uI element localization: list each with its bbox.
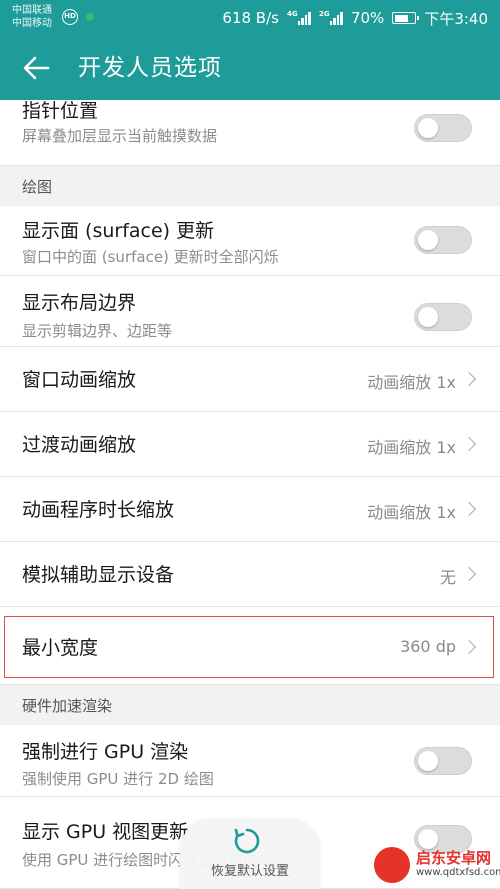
- notification-dot-icon: [86, 13, 94, 21]
- force-gpu-toggle[interactable]: [414, 747, 472, 775]
- app-bar: 开发人员选项: [0, 36, 500, 100]
- surface-updates-toggle[interactable]: [414, 226, 472, 254]
- signal-1-tag: 4G: [286, 9, 298, 18]
- row-simulate-secondary-display[interactable]: 模拟辅助显示设备 无: [0, 542, 500, 607]
- section-title: 硬件加速渲染: [22, 697, 113, 715]
- battery-percent: 70%: [350, 9, 385, 27]
- row-transition-animation-scale[interactable]: 过渡动画缩放 动画缩放 1x: [0, 412, 500, 477]
- row-value: 动画缩放 1x: [367, 438, 456, 457]
- highlight-box: [4, 616, 494, 678]
- pointer-location-toggle[interactable]: [414, 114, 472, 142]
- status-bar: 中国联通 中国移动 HD 618 B/s 4G 2G 70% 下午3:40: [0, 0, 500, 36]
- row-animator-duration-scale[interactable]: 动画程序时长缩放 动画缩放 1x: [0, 477, 500, 542]
- page-title: 开发人员选项: [78, 55, 222, 81]
- row-title: 显示面 (surface) 更新: [22, 220, 215, 242]
- row-layout-bounds[interactable]: 显示布局边界 显示剪辑边界、边距等: [0, 276, 500, 347]
- row-title: 显示 GPU 视图更新: [22, 821, 189, 843]
- row-pointer-location[interactable]: 指针位置 屏幕叠加层显示当前触摸数据: [0, 100, 500, 166]
- chevron-right-icon: [461, 436, 477, 452]
- section-header-hardware-rendering: 硬件加速渲染: [0, 685, 500, 725]
- row-subtitle: 显示剪辑边界、边距等: [22, 322, 173, 340]
- row-value: 动画缩放 1x: [367, 503, 456, 522]
- row-title: 窗口动画缩放: [22, 369, 137, 391]
- watermark-url: www.qdtxfsd.com: [416, 867, 500, 878]
- row-force-gpu-rendering[interactable]: 强制进行 GPU 渲染 强制使用 GPU 进行 2D 绘图: [0, 725, 500, 797]
- battery-icon: [392, 12, 420, 24]
- carrier-1: 中国联通: [12, 5, 52, 16]
- restore-defaults-label: 恢复默认设置: [210, 864, 289, 879]
- watermark-name: 启东安卓网: [416, 849, 492, 867]
- settings-list[interactable]: 指针位置 屏幕叠加层显示当前触摸数据 绘图 显示面 (surface) 更新 窗…: [0, 100, 500, 889]
- row-title: 指针位置: [22, 100, 99, 122]
- row-title: 模拟辅助显示设备: [22, 564, 175, 586]
- section-header-drawing: 绘图: [0, 166, 500, 206]
- clock: 下午3:40: [424, 9, 488, 28]
- signal-2g-icon: 2G: [318, 9, 343, 25]
- row-subtitle: 强制使用 GPU 进行 2D 绘图: [22, 770, 214, 788]
- section-title: 绘图: [22, 178, 53, 196]
- watermark-logo-icon: [372, 845, 412, 885]
- layout-bounds-toggle[interactable]: [414, 303, 472, 331]
- restore-defaults-button[interactable]: 恢复默认设置: [180, 820, 320, 889]
- status-right: 618 B/s 4G 2G 70% 下午3:40: [222, 0, 488, 36]
- row-value: 动画缩放 1x: [367, 373, 456, 392]
- site-watermark: 启东安卓网 www.qdtxfsd.com: [372, 845, 500, 887]
- signal-2-tag: 2G: [318, 9, 330, 18]
- network-speed: 618 B/s: [222, 9, 279, 27]
- row-subtitle: 窗口中的面 (surface) 更新时全部闪烁: [22, 248, 279, 266]
- chevron-right-icon: [461, 371, 477, 387]
- row-surface-updates[interactable]: 显示面 (surface) 更新 窗口中的面 (surface) 更新时全部闪烁: [0, 206, 500, 276]
- carrier-2: 中国移动: [12, 18, 52, 29]
- row-title: 动画程序时长缩放: [22, 499, 175, 521]
- row-subtitle: 屏幕叠加层显示当前触摸数据: [22, 127, 218, 145]
- hd-call-icon: HD: [62, 9, 78, 25]
- refresh-icon: [234, 828, 260, 854]
- row-window-animation-scale[interactable]: 窗口动画缩放 动画缩放 1x: [0, 347, 500, 412]
- row-title: 显示布局边界: [22, 292, 137, 314]
- arrow-left-icon[interactable]: [18, 50, 54, 86]
- row-title: 过渡动画缩放: [22, 434, 137, 456]
- row-value: 无: [439, 568, 456, 587]
- chevron-right-icon: [461, 501, 477, 517]
- carrier-labels: 中国联通 中国移动: [12, 4, 52, 30]
- chevron-right-icon: [461, 566, 477, 582]
- signal-4g-icon: 4G: [286, 9, 311, 25]
- row-title: 强制进行 GPU 渲染: [22, 741, 189, 763]
